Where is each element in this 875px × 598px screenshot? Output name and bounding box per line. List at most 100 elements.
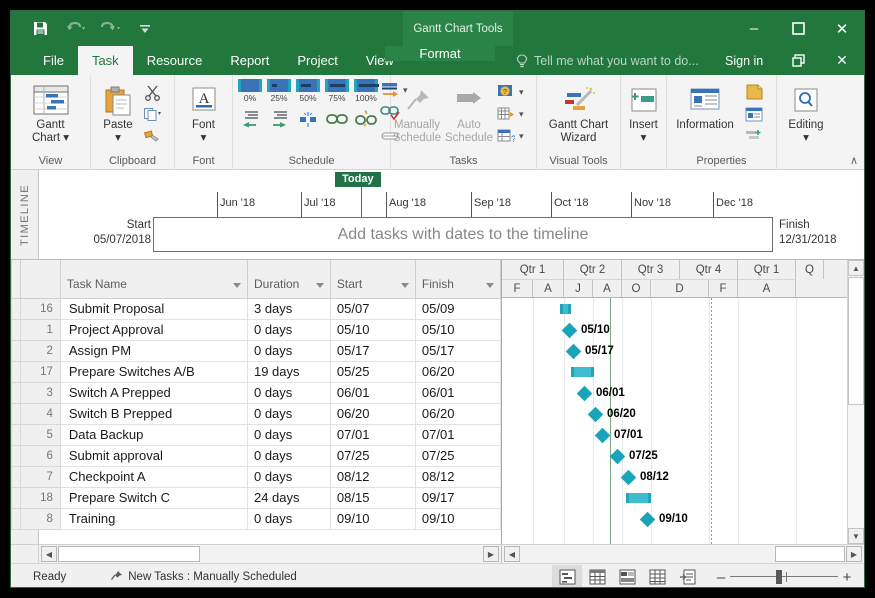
row-task-name-cell[interactable]: Data Backup bbox=[60, 424, 247, 445]
row-finish-cell[interactable]: 06/01 bbox=[415, 382, 500, 403]
status-new-tasks[interactable]: New Tasks : Manually Scheduled bbox=[110, 570, 297, 583]
filter-arrow-icon[interactable] bbox=[401, 283, 409, 288]
paste-button[interactable]: Paste ▾ bbox=[95, 80, 141, 145]
row-duration-cell[interactable]: 0 days bbox=[247, 382, 330, 403]
tab-project[interactable]: Project bbox=[283, 46, 351, 75]
gantt-chart-canvas[interactable]: 05/1005/1706/0106/2007/0107/2508/1209/10 bbox=[502, 298, 864, 544]
table-row[interactable]: 16Submit Proposal3 days05/0705/09 bbox=[12, 298, 501, 319]
row-task-name-cell[interactable]: Switch A Prepped bbox=[60, 382, 247, 403]
row-duration-cell[interactable]: 3 days bbox=[247, 298, 330, 319]
insert-task-button[interactable]: Insert ▾ bbox=[621, 80, 666, 145]
row-finish-cell[interactable]: 05/09 bbox=[415, 298, 500, 319]
row-id-cell[interactable]: 2 bbox=[20, 340, 60, 361]
filter-arrow-icon[interactable] bbox=[233, 283, 241, 288]
view-button-resource-sheet[interactable] bbox=[642, 565, 672, 588]
table-row[interactable]: 5Data Backup0 days07/0107/01 bbox=[12, 424, 501, 445]
table-row[interactable]: 2Assign PM0 days05/1705/17 bbox=[12, 340, 501, 361]
save-icon[interactable] bbox=[29, 18, 51, 40]
row-task-name-cell[interactable]: Switch B Prepped bbox=[60, 403, 247, 424]
ribbon-display-options-icon[interactable] bbox=[776, 46, 820, 75]
chart-horizontal-scrollbar[interactable]: ◀ ▶ bbox=[502, 545, 864, 564]
row-id-cell[interactable]: 7 bbox=[20, 466, 60, 487]
gantt-milestone-diamond[interactable] bbox=[588, 407, 604, 423]
gantt-chart-wizard-button[interactable]: Gantt Chart Wizard bbox=[537, 80, 620, 145]
row-finish-cell[interactable]: 05/10 bbox=[415, 319, 500, 340]
manually-schedule-button[interactable]: Manually Schedule bbox=[391, 80, 443, 145]
column-header-task-name[interactable]: Task Name bbox=[60, 260, 247, 298]
table-row[interactable]: 1Project Approval0 days05/1005/10 bbox=[12, 319, 501, 340]
copy-icon[interactable] bbox=[141, 104, 163, 124]
filter-arrow-icon[interactable] bbox=[486, 283, 494, 288]
row-finish-cell[interactable]: 07/01 bbox=[415, 424, 500, 445]
row-start-cell[interactable]: 05/17 bbox=[330, 340, 415, 361]
restore-icon[interactable] bbox=[776, 11, 820, 46]
grid-scroll-thumb[interactable] bbox=[58, 546, 200, 562]
tab-file[interactable]: File bbox=[29, 46, 78, 75]
details-icon[interactable] bbox=[743, 104, 765, 124]
filter-arrow-icon[interactable] bbox=[316, 283, 324, 288]
gantt-chart-button[interactable]: Gantt Chart ▾ bbox=[11, 80, 90, 145]
pct-25-button[interactable]: 25% bbox=[266, 79, 292, 103]
outdent-task-icon[interactable] bbox=[239, 109, 261, 129]
close-document-icon[interactable]: ✕ bbox=[820, 46, 864, 75]
zoom-handle[interactable] bbox=[776, 570, 782, 584]
row-duration-cell[interactable]: 0 days bbox=[247, 445, 330, 466]
pct-75-button[interactable]: 75% bbox=[324, 79, 350, 103]
move-grid-caret[interactable]: ▾ bbox=[519, 109, 524, 120]
tab-format[interactable]: Format bbox=[385, 46, 495, 61]
gantt-task-bar[interactable] bbox=[560, 304, 571, 314]
chart-vertical-scrollbar[interactable]: ▲ ▼ bbox=[847, 260, 864, 544]
table-row[interactable]: 8Training0 days09/1009/10 bbox=[12, 508, 501, 529]
vertical-scroll-thumb[interactable] bbox=[848, 277, 864, 405]
column-header-start[interactable]: Start bbox=[330, 260, 415, 298]
auto-schedule-button[interactable]: Auto Schedule bbox=[443, 80, 495, 145]
row-start-cell[interactable]: 05/07 bbox=[330, 298, 415, 319]
zoom-out-button[interactable]: – bbox=[712, 569, 730, 586]
zoom-slider[interactable]: – + bbox=[712, 569, 856, 586]
row-id-cell[interactable]: 5 bbox=[20, 424, 60, 445]
gantt-milestone-diamond[interactable] bbox=[595, 428, 611, 444]
table-row[interactable]: 3Switch A Prepped0 days06/0106/01 bbox=[12, 382, 501, 403]
scroll-up-icon[interactable]: ▲ bbox=[848, 260, 864, 276]
row-start-cell[interactable]: 08/15 bbox=[330, 487, 415, 508]
row-id-cell[interactable]: 3 bbox=[20, 382, 60, 403]
format-painter-icon[interactable] bbox=[141, 126, 163, 146]
row-finish-cell[interactable]: 06/20 bbox=[415, 361, 500, 382]
table-row[interactable]: 7Checkpoint A0 days08/1208/12 bbox=[12, 466, 501, 487]
row-finish-cell[interactable]: 08/12 bbox=[415, 466, 500, 487]
column-header-duration[interactable]: Duration bbox=[247, 260, 330, 298]
row-task-name-cell[interactable]: Prepare Switches A/B bbox=[60, 361, 247, 382]
minimize-icon[interactable]: – bbox=[732, 11, 776, 46]
row-finish-cell[interactable]: 05/17 bbox=[415, 340, 500, 361]
view-button-task-sheet[interactable] bbox=[582, 565, 612, 588]
chart-scroll-left-icon[interactable]: ◀ bbox=[504, 546, 520, 562]
gantt-milestone-diamond[interactable] bbox=[577, 386, 593, 402]
row-id-cell[interactable]: 16 bbox=[20, 298, 60, 319]
row-start-cell[interactable]: 06/01 bbox=[330, 382, 415, 403]
row-finish-cell[interactable]: 06/20 bbox=[415, 403, 500, 424]
row-task-name-cell[interactable]: Training bbox=[60, 508, 247, 529]
redo-icon[interactable] bbox=[99, 18, 121, 40]
cut-icon[interactable] bbox=[141, 82, 163, 102]
zoom-track[interactable] bbox=[730, 570, 838, 584]
row-task-name-cell[interactable]: Prepare Switch C bbox=[60, 487, 247, 508]
gantt-milestone-diamond[interactable] bbox=[566, 344, 582, 360]
table-row[interactable]: 17Prepare Switches A/B19 days05/2506/20 bbox=[12, 361, 501, 382]
grid-scroll-left-icon[interactable]: ◀ bbox=[41, 546, 57, 562]
pct-100-button[interactable]: 100% bbox=[353, 79, 379, 103]
editing-button[interactable]: Editing ▾ bbox=[777, 80, 835, 145]
row-id-cell[interactable]: 1 bbox=[20, 319, 60, 340]
tab-report[interactable]: Report bbox=[216, 46, 283, 75]
row-duration-cell[interactable]: 24 days bbox=[247, 487, 330, 508]
row-duration-cell[interactable]: 0 days bbox=[247, 319, 330, 340]
grid-scroll-right-icon[interactable]: ▶ bbox=[483, 546, 499, 562]
row-duration-cell[interactable]: 0 days bbox=[247, 508, 330, 529]
view-button-team-planner[interactable] bbox=[612, 565, 642, 588]
row-id-cell[interactable]: 17 bbox=[20, 361, 60, 382]
row-start-cell[interactable]: 07/01 bbox=[330, 424, 415, 445]
gantt-task-bar[interactable] bbox=[571, 367, 594, 377]
row-start-cell[interactable]: 05/10 bbox=[330, 319, 415, 340]
information-button[interactable]: Information bbox=[667, 80, 743, 132]
view-button-gantt-chart[interactable] bbox=[552, 565, 582, 588]
scroll-down-icon[interactable]: ▼ bbox=[848, 528, 864, 544]
